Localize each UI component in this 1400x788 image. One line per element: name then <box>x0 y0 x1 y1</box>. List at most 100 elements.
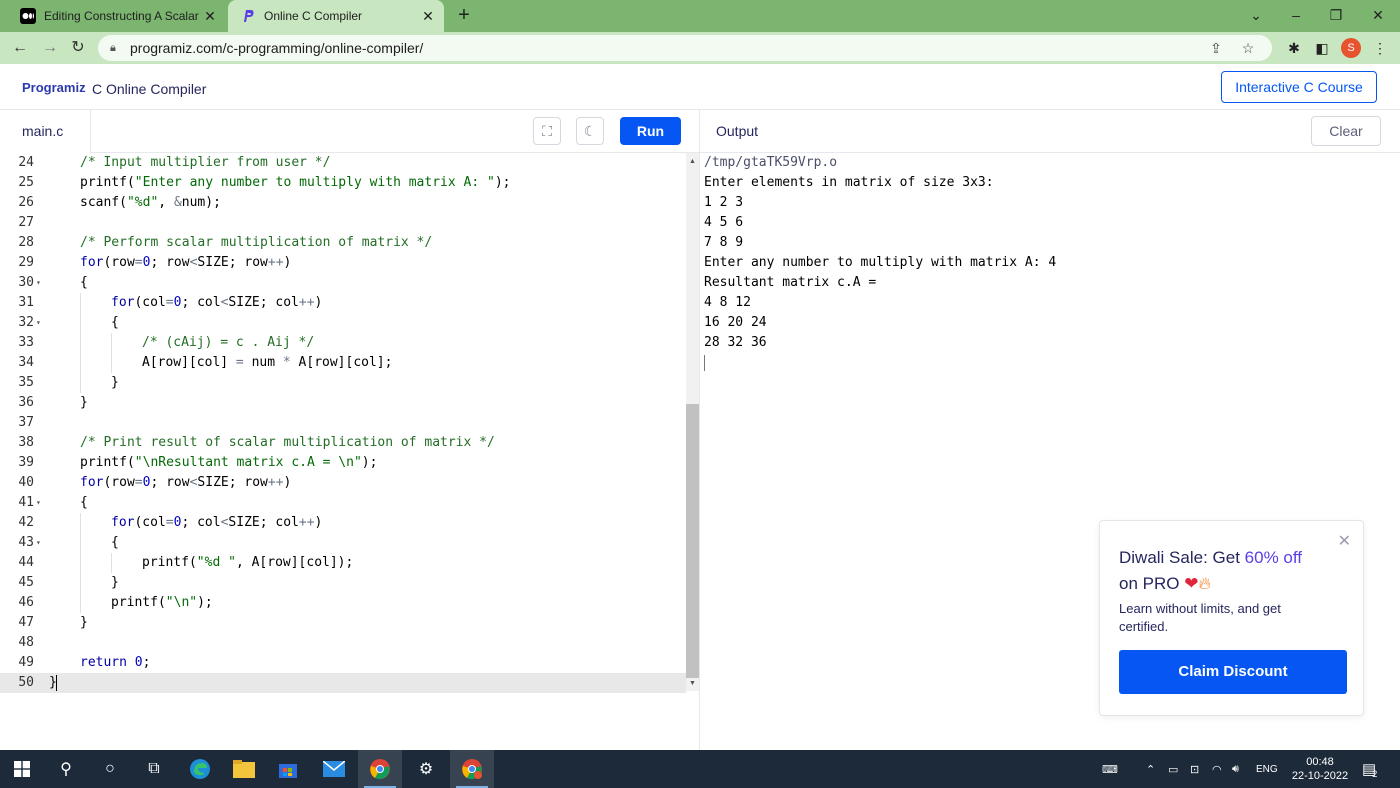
bookmark-star-icon[interactable]: ☆ <box>1236 40 1260 57</box>
code-line[interactable]: 43 ▾ { <box>0 533 686 553</box>
fold-arrow-icon[interactable]: ▾ <box>36 313 44 333</box>
mail-icon[interactable] <box>312 750 356 788</box>
code-line[interactable]: 36} <box>0 393 686 413</box>
code-line[interactable]: 48 <box>0 633 686 653</box>
side-panel-icon[interactable]: ◧ <box>1310 36 1334 60</box>
browser-tab-active[interactable]: Online C Compiler ✕ <box>228 0 444 32</box>
clock[interactable]: 00:48 22-10-2022 <box>1280 755 1360 783</box>
code-line[interactable]: 30 ▾ { <box>0 273 686 293</box>
keyboard-icon[interactable]: ⌨ <box>1102 750 1126 788</box>
fullscreen-exit-icon[interactable]: ⛶ <box>533 117 561 145</box>
claim-discount-button[interactable]: Claim Discount <box>1119 650 1347 694</box>
back-icon[interactable]: ← <box>8 36 32 60</box>
code-line[interactable]: 35} <box>0 373 686 393</box>
tab-title: Editing Constructing A Scalar Ma <box>44 9 202 23</box>
settings-gear-icon[interactable]: ⚙ <box>404 750 448 788</box>
interactive-course-button[interactable]: Interactive C Course <box>1221 71 1377 103</box>
store-icon[interactable] <box>266 750 310 788</box>
editor-scrollbar-thumb[interactable] <box>686 404 699 678</box>
address-bar[interactable]: 🔒︎ programiz.com/c-programming/online-co… <box>98 35 1272 61</box>
cortana-icon[interactable]: ○ <box>88 750 132 788</box>
code-editor[interactable]: 24 /* Input multiplier from user */ 25 prin… <box>0 153 686 750</box>
code-line[interactable]: 47} <box>0 613 686 633</box>
language-indicator[interactable]: ENG <box>1256 750 1280 788</box>
indent-guide <box>80 513 81 533</box>
tray-chevron-icon[interactable]: ⌃ <box>1146 750 1160 788</box>
search-icon[interactable]: ⚲ <box>44 750 88 788</box>
profile-avatar[interactable]: S <box>1341 38 1361 58</box>
code-line[interactable]: 45} <box>0 573 686 593</box>
code-token: /* Print result of scalar multiplication… <box>80 435 495 450</box>
code-line[interactable]: 50} <box>0 673 686 693</box>
code-line[interactable]: 24 /* Input multiplier from user */ <box>0 153 686 173</box>
programiz-logo[interactable]: Programiz <box>22 80 86 95</box>
notifications-icon[interactable]: ▤ 2 <box>1362 750 1390 788</box>
code-text: printf("\n"); <box>111 593 213 613</box>
code-line[interactable]: 33 /* (cAij) = c . Aij */ <box>0 333 686 353</box>
clock-time: 00:48 <box>1306 756 1334 768</box>
close-window-icon[interactable]: ✕ <box>1356 0 1400 32</box>
code-line[interactable]: 41 ▾ { <box>0 493 686 513</box>
restore-icon[interactable]: ❐ <box>1314 0 1358 32</box>
share-icon[interactable]: ⇪ <box>1204 40 1228 57</box>
output-console[interactable]: /tmp/gtaTK59Vrp.o Enter elements in matri… <box>704 153 1394 353</box>
code-line[interactable]: 49 return 0; <box>0 653 686 673</box>
clock-date: 22-10-2022 <box>1291 770 1349 782</box>
close-icon[interactable]: ✕ <box>1338 531 1351 551</box>
code-token: (row <box>103 255 135 270</box>
fold-arrow-icon[interactable]: ▾ <box>36 533 44 553</box>
code-line[interactable]: 37 <box>0 413 686 433</box>
logo-text: Programiz <box>22 80 86 95</box>
dark-mode-icon[interactable]: ☾ <box>576 117 604 145</box>
tab-close-icon[interactable]: ✕ <box>420 8 436 25</box>
code-token: ) <box>314 515 323 530</box>
code-line[interactable]: 29 for(row=0; row<SIZE; row++) <box>0 253 686 273</box>
browser-tab[interactable]: Editing Constructing A Scalar Ma ✕ <box>8 0 226 32</box>
code-line[interactable]: 31 for(col=0; col<SIZE; col++) <box>0 293 686 313</box>
code-line[interactable]: 42 for(col=0; col<SIZE; col++) <box>0 513 686 533</box>
scroll-down-icon[interactable]: ▼ <box>686 678 699 690</box>
scroll-up-icon[interactable]: ▲ <box>686 156 699 168</box>
code-line[interactable]: 46 printf("\n"); <box>0 593 686 613</box>
code-line[interactable]: 38 /* Print result of scalar multiplicati… <box>0 433 686 453</box>
fold-arrow-icon[interactable]: ▾ <box>36 493 44 513</box>
code-line[interactable]: 28 /* Perform scalar multiplication of ma… <box>0 233 686 253</box>
wifi-icon[interactable]: ◠ <box>1212 750 1226 788</box>
code-line[interactable]: 44 printf("%d ", A[row][col]); <box>0 553 686 573</box>
forward-icon[interactable]: → <box>38 36 62 60</box>
browser-menu-icon[interactable]: ⋮ <box>1368 36 1392 60</box>
task-view-icon[interactable]: ⧉ <box>132 750 176 788</box>
code-line[interactable]: 34 A[row][col] = num * A[row][col]; <box>0 353 686 373</box>
tab-close-icon[interactable]: ✕ <box>202 8 218 25</box>
code-line[interactable]: 32 ▾ { <box>0 313 686 333</box>
reload-icon[interactable]: ↻ <box>66 36 90 60</box>
code-line[interactable]: 39 printf("\nResultant matrix c.A = \n"); <box>0 453 686 473</box>
indent-guide <box>80 573 81 593</box>
code-token: for <box>111 295 135 310</box>
windows-start-icon[interactable] <box>0 750 44 788</box>
promo-subtext: Learn without limits, and get certified. <box>1119 601 1281 634</box>
tab-search-icon[interactable]: ⌄ <box>1234 0 1278 32</box>
minimize-icon[interactable]: – <box>1274 0 1318 32</box>
code-token: ) <box>283 475 292 490</box>
output-label: Output <box>716 123 759 139</box>
extensions-icon[interactable]: ✱ <box>1282 36 1306 60</box>
new-tab-icon[interactable]: + <box>452 4 476 28</box>
chrome-profile-icon[interactable] <box>450 750 494 788</box>
pane-divider[interactable] <box>699 110 700 750</box>
chrome-icon[interactable] <box>358 750 402 788</box>
fold-arrow-icon[interactable]: ▾ <box>36 273 44 293</box>
code-line[interactable]: 27 <box>0 213 686 233</box>
clear-button[interactable]: Clear <box>1311 116 1381 146</box>
code-line[interactable]: 26 scanf("%d", &num); <box>0 193 686 213</box>
code-line[interactable]: 25 printf("Enter any number to multiply w… <box>0 173 686 193</box>
edge-icon[interactable] <box>178 750 222 788</box>
code-line[interactable]: 40 for(row=0; row<SIZE; row++) <box>0 473 686 493</box>
line-number: 36 <box>18 395 34 410</box>
network-icon[interactable]: ⊡ <box>1190 750 1204 788</box>
file-explorer-icon[interactable] <box>222 750 266 788</box>
volume-icon[interactable]: 🔊︎ <box>1232 750 1248 788</box>
run-button[interactable]: Run <box>620 117 681 145</box>
battery-icon[interactable]: ▭ <box>1168 750 1182 788</box>
file-tab-main-c[interactable]: main.c <box>0 110 91 153</box>
